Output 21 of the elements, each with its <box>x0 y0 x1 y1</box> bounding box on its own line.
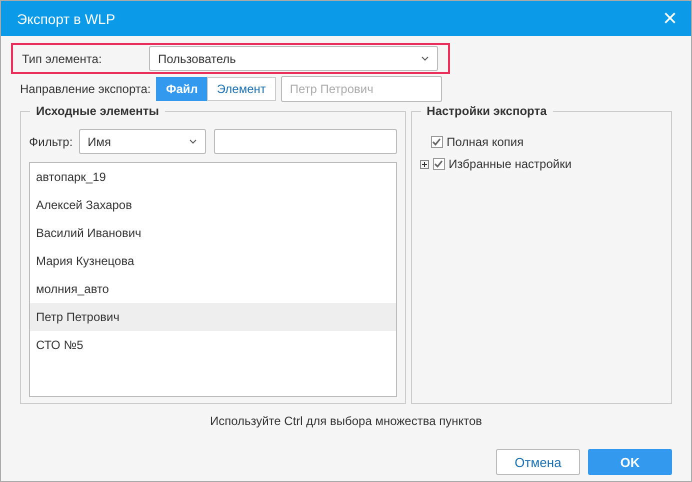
expand-icon[interactable] <box>420 160 429 168</box>
segment-button[interactable]: Элемент <box>206 77 276 101</box>
checkbox[interactable] <box>430 136 443 148</box>
field-label: Фильтр: <box>29 134 73 148</box>
tree-label: Избранные настройки <box>448 157 572 171</box>
caret-icon <box>421 56 429 61</box>
filter-dropdown[interactable]: Имя <box>78 129 206 154</box>
target-field[interactable]: Петр Петрович <box>280 76 442 102</box>
type-dropdown[interactable]: Пользователь <box>149 46 438 71</box>
checkbox[interactable] <box>432 158 445 170</box>
tree-label: Полная копия <box>446 135 524 149</box>
cancel-button[interactable]: Отмена <box>496 449 580 475</box>
panel-title: Настройки экспорта <box>420 104 553 118</box>
hint-text: Используйте Ctrl для выбора множества пунктов <box>208 414 484 428</box>
caret-icon <box>188 139 197 144</box>
window-title: Экспорт в WLP <box>17 10 116 26</box>
field-label: Направление экспорта: <box>20 82 152 96</box>
list-item[interactable]: Петр Петрович <box>30 303 396 331</box>
field-label: Тип элемента: <box>22 52 103 66</box>
filter-field[interactable] <box>214 129 397 154</box>
panel-title: Исходные элементы <box>30 104 166 118</box>
